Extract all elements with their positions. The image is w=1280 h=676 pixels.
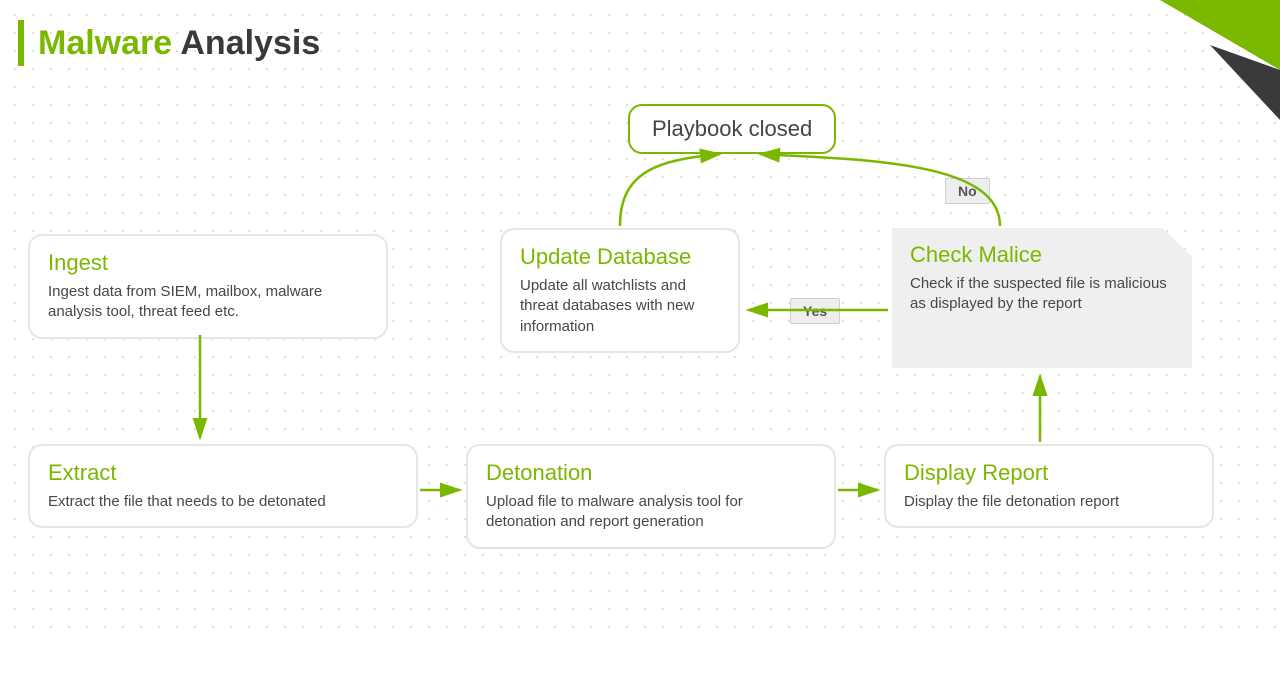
node-extract-title: Extract: [48, 460, 398, 486]
page-title: Malware Analysis: [18, 20, 320, 66]
node-detonation-title: Detonation: [486, 460, 816, 486]
node-playbook-closed: Playbook closed: [628, 104, 836, 154]
corner-decoration: [1160, 0, 1280, 120]
node-check-malice: Check Malice Check if the suspected file…: [892, 228, 1192, 368]
node-update-database: Update Database Update all watchlists an…: [500, 228, 740, 353]
title-word-2: Analysis: [180, 24, 320, 62]
node-update-text: Update all watchlists and threat databas…: [520, 276, 720, 337]
node-detonation-text: Upload file to malware analysis tool for…: [486, 492, 816, 533]
label-yes: Yes: [790, 298, 840, 324]
label-no: No: [945, 178, 990, 204]
node-display-text: Display the file detonation report: [904, 492, 1194, 512]
title-text: Malware Analysis: [38, 24, 320, 63]
node-display-title: Display Report: [904, 460, 1194, 486]
node-ingest-title: Ingest: [48, 250, 368, 276]
node-extract-text: Extract the file that needs to be detona…: [48, 492, 398, 512]
node-display: Display Report Display the file detonati…: [884, 444, 1214, 528]
node-check-text: Check if the suspected file is malicious…: [910, 274, 1174, 315]
title-accent-bar: [18, 20, 24, 66]
node-ingest-text: Ingest data from SIEM, mailbox, malware …: [48, 282, 368, 323]
node-update-title: Update Database: [520, 244, 720, 270]
title-word-1: Malware: [38, 24, 172, 62]
node-extract: Extract Extract the file that needs to b…: [28, 444, 418, 528]
node-ingest: Ingest Ingest data from SIEM, mailbox, m…: [28, 234, 388, 339]
node-detonation: Detonation Upload file to malware analys…: [466, 444, 836, 549]
node-check-title: Check Malice: [910, 242, 1174, 268]
